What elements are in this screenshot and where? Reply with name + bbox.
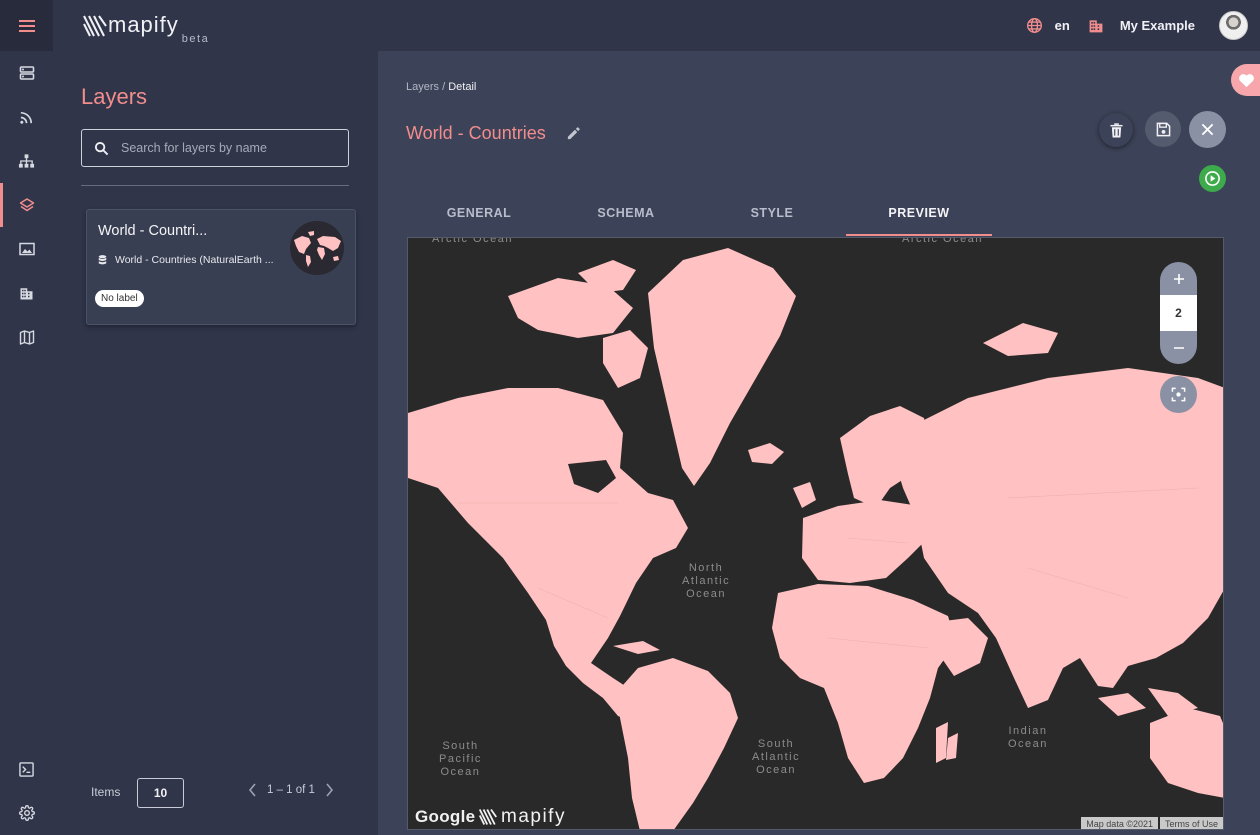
mapify-logo-icon bbox=[83, 15, 107, 37]
breadcrumb: Layers / Detail bbox=[406, 81, 476, 93]
navigation-rail bbox=[0, 51, 53, 835]
organization-name[interactable]: My Example bbox=[1120, 18, 1195, 33]
nav-organizations[interactable] bbox=[0, 271, 53, 315]
delete-button[interactable] bbox=[1099, 113, 1133, 147]
ocean-label-south-pacific-text: South Pacific Ocean bbox=[439, 740, 482, 778]
heart-icon bbox=[1239, 73, 1254, 87]
tab-preview[interactable]: PREVIEW bbox=[846, 198, 992, 236]
top-bar: mapify beta en My Example bbox=[0, 0, 1260, 51]
chevron-right-icon[interactable] bbox=[325, 783, 334, 797]
map-preview[interactable]: North Atlantic Ocean South Atlantic Ocea… bbox=[407, 237, 1224, 830]
paginator: 1 – 1 of 1 bbox=[248, 783, 334, 797]
zoom-in-button[interactable] bbox=[1160, 262, 1197, 295]
google-logo: Google bbox=[415, 807, 476, 826]
items-per-page-select[interactable]: 10 bbox=[137, 778, 184, 808]
zoom-level: 2 bbox=[1160, 295, 1197, 331]
layer-label-badge: No label bbox=[95, 290, 144, 307]
tab-general[interactable]: GENERAL bbox=[406, 198, 552, 236]
nav-settings[interactable] bbox=[0, 791, 53, 835]
minus-icon bbox=[1173, 346, 1184, 349]
map-data-text: Map data ©2021 bbox=[1081, 817, 1158, 829]
breadcrumb-current: Detail bbox=[448, 81, 477, 93]
map-icon bbox=[19, 329, 34, 345]
nav-layers[interactable] bbox=[0, 183, 53, 227]
items-per-page-label: Items bbox=[91, 785, 121, 799]
ocean-label-indian-text: Indian Ocean bbox=[1008, 725, 1048, 750]
storage-icon bbox=[19, 66, 34, 80]
image-icon bbox=[18, 242, 35, 256]
mapify-logo-icon bbox=[478, 808, 497, 825]
app-logo[interactable]: mapify beta bbox=[82, 12, 209, 45]
zoom-control: 2 bbox=[1160, 262, 1197, 364]
feed-icon bbox=[20, 111, 33, 124]
ocean-label-south-atlantic-text: South Atlantic Ocean bbox=[752, 738, 801, 776]
ocean-label-indian: Indian Ocean bbox=[1008, 725, 1048, 751]
publish-button[interactable] bbox=[1199, 165, 1226, 192]
play-circle-icon bbox=[1205, 171, 1220, 186]
nav-images[interactable] bbox=[0, 227, 53, 271]
plus-icon bbox=[1173, 273, 1184, 284]
mapify-map-logo: mapify bbox=[478, 806, 566, 828]
layer-card[interactable]: World - Countri... World - Countries (Na… bbox=[86, 209, 356, 325]
globe-icon[interactable] bbox=[1026, 17, 1043, 34]
ocean-label-north-atlantic: North Atlantic Ocean bbox=[682, 562, 730, 601]
database-icon bbox=[98, 255, 107, 265]
breadcrumb-root[interactable]: Layers bbox=[406, 81, 439, 93]
layer-title: World - Countries bbox=[406, 123, 546, 143]
ocean-label-north-atlantic-text: North Atlantic Ocean bbox=[682, 562, 731, 600]
organization-icon[interactable] bbox=[1088, 18, 1104, 34]
ocean-label-south-atlantic: South Atlantic Ocean bbox=[752, 738, 800, 777]
breadcrumb-separator: / bbox=[439, 81, 449, 93]
ocean-label-arctic-right-text: Arctic Ocean bbox=[902, 237, 983, 245]
menu-icon[interactable] bbox=[0, 0, 53, 51]
map-attribution: Map data ©2021 Terms of Use bbox=[1079, 817, 1223, 829]
search-icon bbox=[94, 141, 109, 155]
user-avatar[interactable] bbox=[1219, 11, 1248, 40]
save-button[interactable] bbox=[1145, 111, 1181, 147]
close-button[interactable] bbox=[1189, 111, 1226, 148]
nav-console[interactable] bbox=[0, 747, 53, 791]
focus-icon bbox=[1171, 387, 1186, 402]
layer-card-title: World - Countri... bbox=[98, 223, 208, 239]
panel-title: Layers bbox=[81, 84, 148, 109]
mapify-map-logo-text: mapify bbox=[501, 806, 566, 827]
chevron-left-icon[interactable] bbox=[248, 783, 257, 797]
search-input[interactable] bbox=[121, 141, 341, 155]
building-icon bbox=[20, 287, 33, 299]
layer-card-source: World - Countries (NaturalEarth ... bbox=[98, 254, 274, 266]
tab-schema[interactable]: SCHEMA bbox=[553, 198, 699, 236]
page-range: 1 – 1 of 1 bbox=[267, 784, 315, 796]
nav-feeds[interactable] bbox=[0, 95, 53, 139]
ocean-label-arctic-left: Arctic Ocean bbox=[432, 237, 513, 246]
terms-of-use-link[interactable]: Terms of Use bbox=[1159, 817, 1223, 829]
world-countries-layer bbox=[408, 248, 1223, 829]
close-icon bbox=[1201, 123, 1214, 136]
edit-title-button[interactable] bbox=[566, 126, 581, 146]
detail-tabs: GENERAL SCHEMA STYLE PREVIEW bbox=[406, 198, 1224, 236]
divider bbox=[81, 185, 349, 186]
layers-panel: Layers World - Countri... World - Countr… bbox=[53, 51, 378, 835]
layer-card-source-text: World - Countries (NaturalEarth ... bbox=[115, 254, 274, 266]
logo-beta: beta bbox=[181, 33, 210, 45]
language-selector[interactable]: en bbox=[1055, 18, 1070, 33]
ocean-label-south-pacific: South Pacific Ocean bbox=[439, 740, 482, 779]
nav-hierarchy[interactable] bbox=[0, 139, 53, 183]
gear-icon bbox=[18, 805, 35, 821]
fit-bounds-button[interactable] bbox=[1160, 376, 1197, 413]
search-box[interactable] bbox=[81, 129, 349, 167]
layers-icon bbox=[19, 198, 34, 212]
tab-style[interactable]: STYLE bbox=[699, 198, 845, 236]
trash-icon bbox=[1109, 122, 1123, 137]
pencil-icon bbox=[567, 127, 580, 140]
nav-storage[interactable] bbox=[0, 51, 53, 95]
favorite-tab[interactable] bbox=[1231, 64, 1260, 96]
floppy-disk-icon bbox=[1156, 122, 1170, 136]
layer-thumbnail bbox=[290, 221, 344, 275]
hierarchy-icon bbox=[18, 154, 35, 168]
nav-maps[interactable] bbox=[0, 315, 53, 359]
logo-text: mapify bbox=[108, 12, 179, 37]
ocean-label-arctic-right: Arctic Ocean bbox=[902, 237, 983, 246]
ocean-label-arctic-left-text: Arctic Ocean bbox=[432, 237, 513, 245]
terminal-icon bbox=[19, 761, 34, 777]
